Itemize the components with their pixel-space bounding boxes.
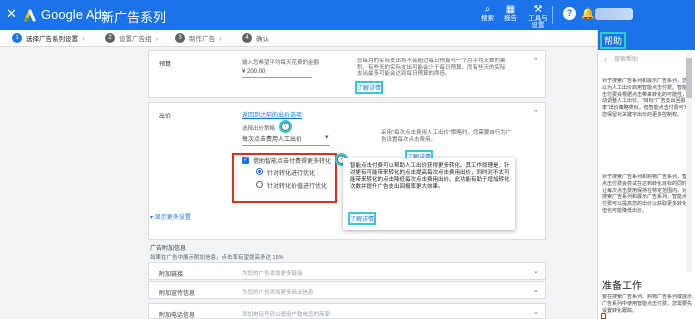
- chevron-up-icon[interactable]: ⌃: [533, 57, 539, 65]
- extension-label: 附加电话信息: [159, 313, 196, 319]
- help-scroll-thumb[interactable]: [686, 58, 692, 98]
- chevron-down-icon[interactable]: ⌄: [533, 267, 539, 275]
- title-divider: [95, 8, 96, 22]
- tools-icon: ⚒: [533, 4, 543, 15]
- help-icon[interactable]: ?: [563, 7, 576, 20]
- help-section-title: 准备工作: [602, 277, 642, 292]
- strategy-select[interactable]: 每次点击费用人工出价: [242, 134, 330, 146]
- chevron-right-icon: ›: [219, 33, 222, 43]
- strategy-label: 选择出价策略: [242, 126, 276, 132]
- extension-row[interactable]: 附加链接 为您的广告添加更多链接 ⌄: [148, 262, 546, 280]
- tools-settings-button[interactable]: ⚒ 工具与设置: [528, 4, 548, 29]
- budget-hint: 输入您希望平均每天花费的金额: [242, 60, 320, 66]
- app-name: Google Ads: [41, 7, 109, 22]
- extension-placeholder: 为您的广告添加更多链接: [242, 271, 303, 277]
- report-tool-label: 报告: [504, 15, 517, 22]
- step-1[interactable]: 1 选择广告系列设置 ›: [12, 33, 85, 43]
- report-icon: ▦: [505, 4, 516, 15]
- show-more-settings-link[interactable]: ▾ 显示更多设置: [150, 212, 191, 221]
- google-ads-logo: [24, 9, 36, 22]
- chevron-down-icon[interactable]: ⌄: [533, 286, 539, 294]
- search-tool-label: 搜索: [481, 15, 494, 22]
- close-icon[interactable]: ✕: [6, 7, 18, 20]
- enhanced-cpc-label: 借助智能点击付费得更多转化: [253, 159, 332, 165]
- step-3[interactable]: 3 制作广告 ›: [175, 33, 222, 43]
- help-paragraph: 对于搜索广告系列和展示广告系列，您可以为人工出价启用智能点击付费。智能点击付费会…: [602, 78, 692, 118]
- extension-label: 附加宣传信息: [159, 291, 196, 297]
- dropdown-arrow-icon[interactable]: ▾: [325, 133, 329, 141]
- budget-label: 预算: [159, 62, 172, 68]
- top-bar: ✕ Google Ads 新广告系列 ⌕ 搜索 ▦ 报告 ⚒ 工具与设置 ? 🔔: [0, 0, 695, 30]
- help-title: 帮助: [599, 32, 627, 49]
- campaign-stepper: 1 选择广告系列设置 › 2 设置广告组 › 3 制作广告 › 4 确认: [0, 30, 597, 47]
- budget-card: 预算 输入您希望平均每天花费的金额 ¥ 200.00 您每月的实际支出将不会超过…: [148, 50, 546, 98]
- help-search-input[interactable]: ⌕ 搜索帮助: [604, 54, 692, 66]
- chevron-down-icon: ▾: [150, 215, 154, 221]
- help-header: 帮助: [598, 30, 695, 50]
- optimize-conversions-label: 针对转化进行优化: [267, 171, 316, 177]
- back-to-bidding-link[interactable]: 返回到之前的出价选项: [242, 110, 302, 119]
- extension-placeholder: 添加电话号码以便用户致电您的商家: [242, 312, 331, 318]
- extension-row[interactable]: 附加电话信息 添加电话号码以便用户致电您的商家 ⌄: [148, 303, 546, 319]
- chevron-right-icon: ›: [155, 33, 159, 43]
- tooltip-learn-more-link[interactable]: 了解详情: [347, 212, 377, 225]
- extension-label: 附加链接: [159, 272, 184, 278]
- search-tool-button[interactable]: ⌕ 搜索: [481, 4, 494, 22]
- chevron-up-icon[interactable]: ⌃: [533, 109, 539, 117]
- help-panel: 帮助 ⌕ 搜索帮助 对于搜索广告系列和展示广告系列，您可以为人工出价启用智能点击…: [597, 30, 695, 319]
- step-4[interactable]: 4 确认: [242, 33, 269, 43]
- budget-learn-more-link[interactable]: 了解详情: [354, 81, 384, 94]
- bidding-label: 出价: [159, 114, 172, 120]
- enhanced-cpc-checkbox[interactable]: ✓: [242, 157, 249, 164]
- tooltip-text: 智能点击付费可以帮助人工出价获得更多转化。其工作原理是，针对更有可能带来转化的点…: [350, 163, 510, 190]
- optimize-value-label: 针对转化价值进行优化: [267, 184, 328, 190]
- strategy-help-icon[interactable]: ?: [279, 120, 292, 133]
- step-2[interactable]: 2 设置广告组 ›: [105, 33, 158, 43]
- extension-row[interactable]: 附加宣传信息 为您的广告添加更多商业信息 ⌄: [148, 281, 546, 299]
- search-icon: ⌕: [484, 4, 491, 15]
- optimize-value-radio[interactable]: [256, 181, 263, 188]
- budget-input[interactable]: ¥ 200.00: [242, 69, 312, 78]
- page-title: 新广告系列: [101, 10, 167, 25]
- header-divider: [552, 6, 553, 24]
- extension-placeholder: 为您的广告添加更多商业信息: [242, 290, 314, 296]
- notifications-icon[interactable]: 🔔: [581, 7, 595, 20]
- budget-info-text: 您每月的实际支出将不会超过每日预算与一个月平均天数的乘积。有些天的实际支出可能会…: [357, 58, 506, 77]
- chevron-down-icon[interactable]: ⌄: [533, 308, 539, 316]
- search-icon: ⌕: [604, 57, 608, 63]
- highlight-marker: [601, 313, 606, 319]
- account-info-blurred[interactable]: [595, 8, 633, 20]
- help-scrollbar[interactable]: [686, 52, 692, 272]
- enhanced-cpc-tooltip: 智能点击付费可以帮助人工出价获得更多转化。其工作原理是，针对更有可能带来转化的点…: [343, 158, 515, 230]
- help-paragraph: 要在搜索广告系列、购物广告系列或展示广告系列中使用智能点击付费，您需要先设置转化…: [602, 294, 692, 318]
- optimize-conversions-radio[interactable]: [256, 168, 263, 175]
- bidding-info-text: 采用"每次点击费用人工出价"策略时，您需要自行为广告设置每次点击费用。: [381, 130, 512, 143]
- extensions-title: 广告附加信息: [150, 246, 187, 252]
- tools-settings-label: 工具与设置: [528, 15, 548, 29]
- extensions-subtitle: 如果在广告中展示附加信息，点击率有望提高多达 15%: [150, 255, 284, 261]
- report-tool-button[interactable]: ▦ 报告: [504, 4, 517, 22]
- chevron-right-icon: ›: [82, 33, 85, 43]
